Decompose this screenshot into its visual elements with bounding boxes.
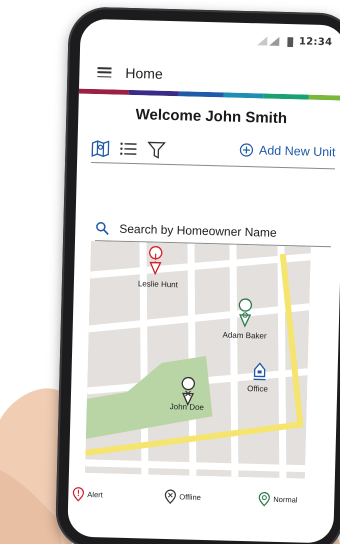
view-toolbar: Add New Unit	[91, 137, 336, 170]
battery-icon	[286, 36, 294, 47]
list-view-icon[interactable]	[119, 140, 137, 158]
page-title: Home	[125, 64, 163, 82]
normal-pin-icon	[258, 492, 270, 507]
hamburger-menu-icon[interactable]	[97, 67, 112, 78]
map-label-leslie-hunt: Leslie Hunt	[138, 279, 179, 289]
add-new-unit-button[interactable]: Add New Unit	[239, 143, 336, 160]
filter-icon[interactable]	[147, 140, 166, 159]
welcome-heading: Welcome John Smith	[135, 106, 288, 128]
add-circle-icon	[239, 143, 253, 157]
legend-normal-label: Normal	[273, 494, 298, 505]
legend-alert-label: Alert	[87, 489, 103, 500]
legend-offline-label: Offline	[179, 492, 201, 502]
search-icon	[96, 221, 109, 236]
legend-normal: Normal	[258, 491, 298, 507]
toolbar-divider	[91, 161, 335, 170]
brand-color-stripe	[78, 88, 340, 101]
phone-frame: 12:34 Home Welcome John Smith Add New Un…	[54, 6, 340, 544]
app-header: Home	[97, 61, 335, 89]
legend-alert: Alert	[72, 487, 103, 503]
alert-pin-icon	[72, 487, 85, 502]
offline-pin-icon	[164, 489, 176, 504]
add-new-unit-label: Add New Unit	[258, 143, 336, 160]
map-view-icon[interactable]	[91, 139, 110, 157]
signal-icon	[256, 36, 280, 46]
map-label-adam-baker: Adam Baker	[222, 330, 267, 340]
map-label-john-doe: John Doe	[170, 402, 205, 412]
units-map[interactable]: Leslie Hunt Adam Baker Office John Doe	[84, 240, 311, 479]
status-time: 12:34	[298, 36, 333, 49]
app-screen: 12:34 Home Welcome John Smith Add New Un…	[67, 18, 340, 544]
map-label-office: Office	[247, 384, 269, 394]
legend-offline: Offline	[164, 489, 201, 505]
search-placeholder: Search by Homeowner Name	[119, 221, 277, 240]
map-legend: Alert Offline Normal	[72, 487, 331, 518]
status-bar: 12:34	[256, 35, 333, 49]
